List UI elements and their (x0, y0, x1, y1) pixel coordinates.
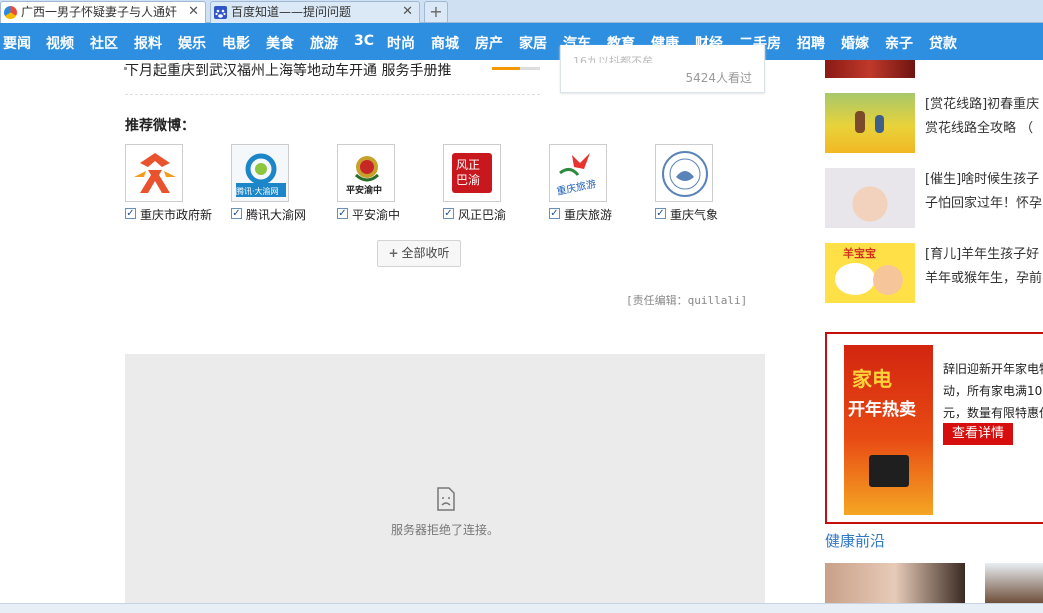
nav-item[interactable]: 贷款 (929, 33, 957, 53)
nav-item[interactable]: 报料 (134, 33, 162, 53)
popular-box: 16九以抖都不矣 5424人看过 (560, 45, 765, 93)
ad-description: 辞旧迎新开年家电特 动，所有家电满100 元，数量有限特惠仅 (943, 358, 1043, 424)
tab-bar: 广西一男子怀疑妻子与人通奸 ✕ 百度知道——提问问题 ✕ + (0, 0, 1043, 23)
tab-title: 广西一男子怀疑妻子与人通奸 (21, 5, 178, 19)
headline-link[interactable]: 下月起重庆到武汉福州上海等地动车开通 服务手册推 (125, 60, 451, 80)
browser-logo-icon (4, 6, 17, 19)
health-thumb-1[interactable] (825, 563, 965, 603)
weibo-logo-cq-weather[interactable] (655, 144, 713, 202)
ad-desc-line1: 辞旧迎新开年家电特 (943, 362, 1043, 376)
item-line1: [催生]啥时候生孩子 (925, 172, 1040, 187)
weibo-logo-cq-tourism[interactable]: 重庆旅游 (549, 144, 607, 202)
ad-product-shape (869, 455, 909, 487)
thumb-label: 羊宝宝 (843, 247, 876, 260)
weibo-logo-cq-gov[interactable] (125, 144, 183, 202)
nav-item[interactable]: 3C (354, 33, 374, 49)
item-line1: [赏花线路]初春重庆 (925, 97, 1040, 112)
ad-pic-line2: 开年热卖 (848, 400, 916, 420)
sidebar-thumb-sheep[interactable]: 羊宝宝 (825, 243, 915, 303)
weibo-logo-fengzheng[interactable]: 风正巴渝 (443, 144, 501, 202)
weibo-section-title: 推荐微博： (125, 118, 195, 134)
follow-checkbox[interactable]: ✓ (443, 208, 454, 219)
health-section-title[interactable]: 健康前沿 (825, 530, 885, 551)
tab-title: 百度知道——提问问题 (231, 5, 352, 19)
nav-item[interactable]: 婚嫁 (841, 33, 869, 53)
close-icon[interactable]: ✕ (188, 2, 199, 22)
follow-checkbox[interactable]: ✓ (549, 208, 560, 219)
responsible-editor: [责任编辑：quillali] (626, 294, 748, 307)
item-line1: [育儿]羊年生孩子好 (925, 247, 1040, 262)
sidebar-thumb-flowers[interactable] (825, 93, 915, 153)
follow-all-button[interactable]: + 全部收听 (377, 240, 461, 267)
sidebar-item-pregnancy[interactable]: [催生]啥时候生孩子 子怕回家过年！怀孕 (925, 168, 1042, 216)
nav-item[interactable]: 娱乐 (178, 33, 206, 53)
baidu-paw-icon (214, 6, 227, 19)
sad-page-icon (437, 487, 455, 511)
status-bar (0, 603, 1043, 613)
thumb-figure (855, 111, 865, 133)
nav-item[interactable]: 商城 (431, 33, 459, 53)
logo-text: 腾讯·大渝网 (236, 187, 279, 196)
error-message: 服务器拒绝了连接。 (390, 523, 499, 537)
channel-nav: 要闻 视频 社区 报料 娱乐 电影 美食 旅游 3C 时尚 商城 房产 家居 汽车 教育 健康 财经 二手房 招聘婚… (0, 23, 1043, 60)
logo-text: 风正巴渝 (456, 158, 481, 187)
weibo-account-name[interactable]: 腾讯大渝网 (246, 206, 306, 223)
nav-item[interactable]: 时尚 (387, 33, 415, 53)
weibo-logo-ping-an[interactable]: 平安渝中 (337, 144, 395, 202)
tab-active-news[interactable]: 广西一男子怀疑妻子与人通奸 ✕ (0, 1, 206, 23)
nav-item[interactable]: 招聘 (797, 33, 825, 53)
nav-item[interactable]: 要闻 (3, 33, 31, 53)
follow-checkbox[interactable]: ✓ (655, 208, 666, 219)
progress-indicator (492, 67, 540, 70)
ad-pic-line1: 家电 (852, 367, 892, 391)
divider (125, 94, 540, 95)
sidebar-item-flowers[interactable]: [赏花线路]初春重庆 赏花线路全攻略 （ (925, 93, 1039, 141)
tab-baidu-zhidao[interactable]: 百度知道——提问问题 ✕ (210, 1, 420, 23)
nav-item[interactable]: 视频 (46, 33, 74, 53)
weibo-account-name[interactable]: 平安渝中 (352, 206, 400, 223)
appliance-ad[interactable]: 家电 开年热卖 辞旧迎新开年家电特 动，所有家电满100 元，数量有限特惠仅 查… (825, 332, 1043, 524)
new-tab-button[interactable]: + (424, 1, 448, 22)
sheep-shape (835, 263, 875, 295)
sidebar-thumb-food[interactable] (825, 60, 915, 78)
weibo-logo-tencent-cq[interactable]: 腾讯·大渝网 (231, 144, 289, 202)
view-count: 5424人看过 (685, 71, 752, 85)
plus-icon: + (388, 246, 399, 260)
sidebar-item-parenting[interactable]: [育儿]羊年生孩子好 羊年或猴年生，孕前 (925, 243, 1042, 291)
weibo-account-name[interactable]: 重庆气象 (670, 206, 718, 223)
close-icon[interactable]: ✕ (402, 2, 413, 22)
embedded-frame-error: 服务器拒绝了连接。 (125, 354, 765, 613)
logo-text: 平安渝中 (346, 186, 383, 196)
thumb-figure (875, 115, 884, 133)
health-thumb-2[interactable] (985, 563, 1043, 603)
follow-checkbox[interactable]: ✓ (337, 208, 348, 219)
view-details-button[interactable]: 查看详情 (943, 423, 1013, 445)
nav-item[interactable]: 美食 (266, 33, 294, 53)
ad-image: 家电 开年热卖 (844, 345, 933, 515)
weibo-account-name[interactable]: 重庆旅游 (564, 206, 612, 223)
nav-item[interactable]: 房产 (475, 33, 503, 53)
sidebar-thumb-baby[interactable] (825, 168, 915, 228)
nav-item[interactable]: 家居 (519, 33, 547, 53)
item-line2: 羊年或猴年生，孕前 (925, 271, 1043, 286)
follow-checkbox[interactable]: ✓ (125, 208, 136, 219)
nav-item[interactable]: 社区 (90, 33, 118, 53)
nav-item[interactable]: 电影 (222, 33, 250, 53)
truncated-text: 16九以抖都不矣 (573, 55, 653, 63)
follow-checkbox[interactable]: ✓ (231, 208, 242, 219)
nav-item[interactable]: 亲子 (885, 33, 913, 53)
weibo-account-name[interactable]: 风正巴渝 (458, 206, 506, 223)
ad-desc-line2: 动，所有家电满100 (943, 384, 1043, 398)
item-line2: 赏花线路全攻略 （ (925, 121, 1034, 136)
follow-all-label: 全部收听 (401, 246, 450, 260)
ad-desc-line3: 元，数量有限特惠仅 (943, 406, 1043, 420)
nav-item[interactable]: 旅游 (310, 33, 338, 53)
baby-shape (873, 265, 903, 295)
item-line2: 子怕回家过年！怀孕 (925, 196, 1043, 211)
weibo-account-name[interactable]: 重庆市政府新 (140, 206, 212, 223)
